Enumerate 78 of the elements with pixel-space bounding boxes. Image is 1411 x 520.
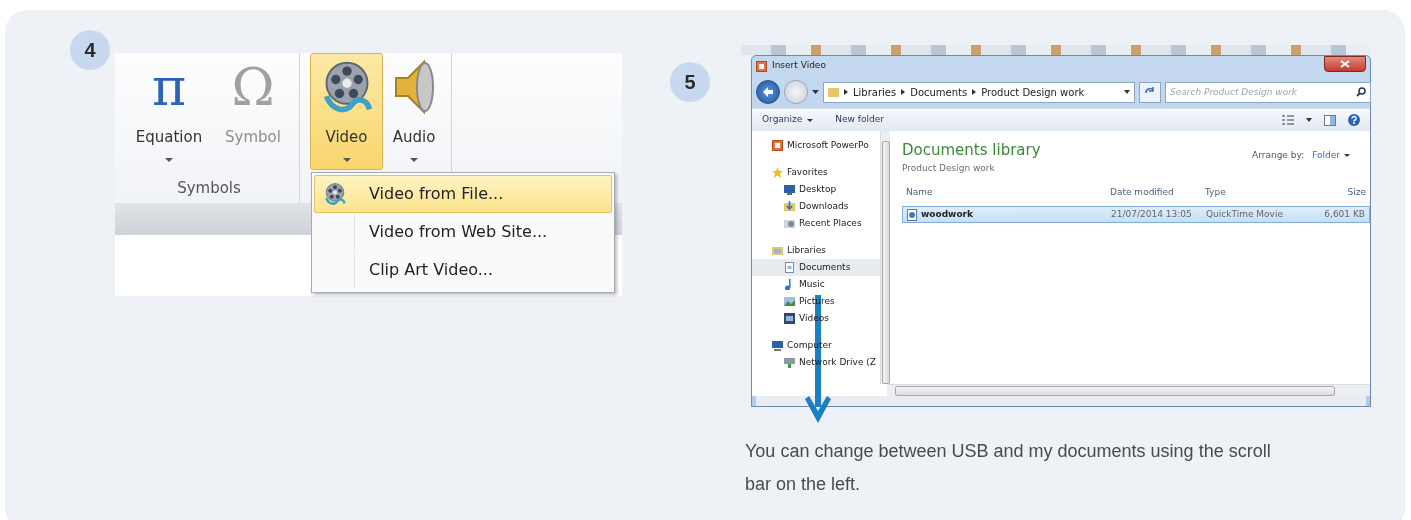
- arrange-label: Arrange by:: [1252, 149, 1305, 162]
- caret-icon: [165, 157, 173, 162]
- file-row[interactable]: woodwork 21/07/2014 13:05 QuickTime Movie 6,601 KB: [902, 206, 1370, 223]
- step-number: 4: [70, 30, 110, 70]
- symbol-icon: Ω: [231, 61, 275, 113]
- caret-icon: [1124, 90, 1130, 94]
- ribbon-button[interactable]: Audio: [383, 53, 445, 170]
- nav-item[interactable]: Favorites: [752, 164, 880, 181]
- help-icon: [1348, 114, 1360, 126]
- caret-icon: [1306, 118, 1312, 122]
- network-drive-icon: [784, 357, 795, 368]
- app-icon: [772, 140, 783, 151]
- back-button[interactable]: [756, 80, 780, 104]
- monitor-icon: [772, 340, 783, 351]
- library-folder-icon: [772, 245, 783, 256]
- breadcrumb-item[interactable]: Libraries: [853, 84, 897, 100]
- close-button[interactable]: [1324, 56, 1366, 72]
- nav-item[interactable]: Music: [752, 276, 880, 293]
- caption-text: You can change between USB and my documents using the scroll bar on the left.: [745, 440, 1272, 496]
- recent-places-icon: [784, 218, 795, 229]
- download-folder-icon: [784, 201, 795, 212]
- group-label: Symbols: [176, 178, 242, 199]
- step-number: 5: [670, 62, 710, 102]
- breadcrumb-item[interactable]: Documents: [910, 84, 968, 100]
- symbol-icon: π: [151, 61, 187, 113]
- nav-item[interactable]: Documents: [752, 259, 880, 276]
- refresh-button[interactable]: [1139, 81, 1161, 103]
- file-name: woodwork: [921, 207, 974, 221]
- document-icon: [784, 262, 795, 273]
- address-bar[interactable]: Libraries Documents Product Design work: [823, 81, 1135, 103]
- column-header[interactable]: Date modified: [1110, 185, 1205, 200]
- caret-icon: [807, 118, 814, 122]
- video-file-icon: [907, 208, 917, 221]
- chevron-icon: [972, 89, 977, 95]
- ribbon-button[interactable]: Video: [310, 53, 383, 170]
- caret-icon: [812, 90, 819, 94]
- preview-pane-icon: [1324, 114, 1336, 126]
- picture-icon: [784, 296, 795, 307]
- library-subtitle: Product Design work: [902, 161, 996, 175]
- column-header[interactable]: Name: [902, 185, 1110, 200]
- nav-item[interactable]: Recent Places: [752, 215, 880, 232]
- menu-item[interactable]: Video from File...: [314, 175, 612, 213]
- table-cell-text: QuickTime Movie: [1206, 207, 1284, 221]
- table-cell-text: 6,601 KB: [1323, 207, 1366, 221]
- folder-icon: [828, 87, 839, 97]
- nav-item[interactable]: Desktop: [752, 181, 880, 198]
- arrange-dropdown[interactable]: Folder: [1312, 149, 1350, 163]
- menu-item[interactable]: Clip Art Video...: [314, 251, 612, 289]
- desktop-icon: [784, 184, 795, 195]
- close-icon: [1340, 60, 1350, 68]
- chevron-icon: [844, 89, 848, 95]
- breadcrumb-item[interactable]: Product Design work: [981, 84, 1085, 100]
- caret-icon: [1344, 154, 1350, 158]
- back-arrow-icon: [762, 87, 774, 97]
- vertical-scrollbar[interactable]: [880, 131, 890, 384]
- nav-item[interactable]: Microsoft PowerPo: [752, 137, 880, 154]
- menu-item[interactable]: Video from Web Site...: [314, 213, 612, 251]
- ribbon-button[interactable]: π Equation: [125, 53, 213, 170]
- toolbar-button[interactable]: Organize: [762, 113, 814, 127]
- film-reel-icon: [322, 182, 347, 206]
- caret-icon: [342, 157, 351, 162]
- app-icon: [756, 60, 767, 72]
- star-icon: [772, 167, 783, 178]
- view-options-icon: [1282, 115, 1294, 125]
- column-header[interactable]: Type: [1205, 185, 1300, 200]
- library-title: Documents library: [902, 140, 1041, 161]
- nav-item[interactable]: Downloads: [752, 198, 880, 215]
- speaker-icon: [392, 58, 436, 116]
- film-icon: [784, 313, 795, 324]
- window-title: Insert Video: [772, 59, 826, 73]
- toolbar-button[interactable]: New folder: [835, 113, 884, 127]
- horizontal-scrollbar[interactable]: [887, 384, 1370, 396]
- table-cell-text: 21/07/2014 13:05: [1111, 207, 1193, 221]
- search-field[interactable]: Search Product Design work: [1165, 81, 1371, 103]
- nav-item[interactable]: Libraries: [752, 242, 880, 259]
- chevron-icon: [901, 89, 906, 95]
- caret-icon: [410, 157, 418, 162]
- column-header[interactable]: Size: [1300, 185, 1370, 200]
